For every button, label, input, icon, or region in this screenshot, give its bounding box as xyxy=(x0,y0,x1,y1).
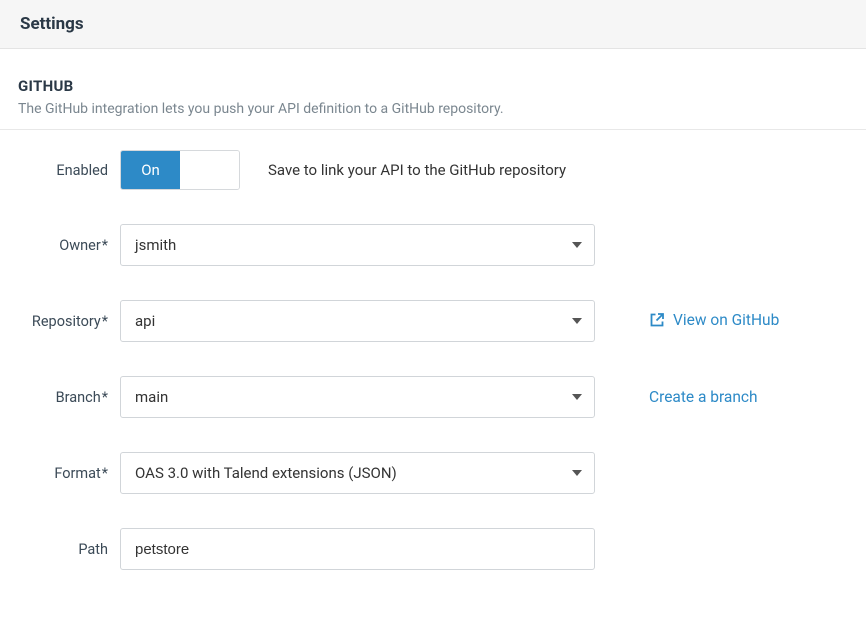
repository-select[interactable]: api xyxy=(120,300,595,342)
required-marker: * xyxy=(102,389,108,406)
row-format: Format* OAS 3.0 with Talend extensions (… xyxy=(0,452,866,494)
github-section-header: GITHUB The GitHub integration lets you p… xyxy=(0,49,866,130)
path-input-wrapper xyxy=(120,528,595,570)
page-title: Settings xyxy=(20,14,846,34)
owner-select[interactable]: jsmith xyxy=(120,224,595,266)
label-repository: Repository* xyxy=(0,313,120,330)
label-branch: Branch* xyxy=(0,389,120,406)
view-on-github-label: View on GitHub xyxy=(673,311,779,329)
format-select-value: OAS 3.0 with Talend extensions (JSON) xyxy=(135,464,397,482)
repository-select-value: api xyxy=(135,312,155,330)
label-path: Path xyxy=(0,541,120,558)
label-owner: Owner* xyxy=(0,237,120,254)
branch-select-value: main xyxy=(135,388,168,406)
label-enabled: Enabled xyxy=(0,162,120,179)
chevron-down-icon xyxy=(572,301,582,341)
chevron-down-icon xyxy=(572,377,582,417)
github-form: Enabled On Save to link your API to the … xyxy=(0,130,866,570)
view-on-github-link[interactable]: View on GitHub xyxy=(649,311,779,329)
enabled-toggle[interactable]: On xyxy=(120,150,240,190)
row-path: Path xyxy=(0,528,866,570)
enabled-toggle-off[interactable] xyxy=(180,151,239,189)
path-input[interactable] xyxy=(135,529,558,569)
row-branch: Branch* main Create a branch xyxy=(0,376,866,418)
create-branch-link[interactable]: Create a branch xyxy=(649,388,758,406)
label-format: Format* xyxy=(0,465,120,482)
format-select[interactable]: OAS 3.0 with Talend extensions (JSON) xyxy=(120,452,595,494)
owner-select-value: jsmith xyxy=(135,236,176,254)
row-repository: Repository* api View on GitHub xyxy=(0,300,866,342)
enabled-hint: Save to link your API to the GitHub repo… xyxy=(268,161,566,179)
chevron-down-icon xyxy=(572,453,582,493)
enabled-toggle-on[interactable]: On xyxy=(121,151,180,189)
branch-select[interactable]: main xyxy=(120,376,595,418)
row-owner: Owner* jsmith xyxy=(0,224,866,266)
required-marker: * xyxy=(102,465,108,482)
external-link-icon xyxy=(649,312,665,328)
required-marker: * xyxy=(102,313,108,330)
github-section-title: GITHUB xyxy=(18,77,848,95)
github-section-description: The GitHub integration lets you push you… xyxy=(18,101,848,117)
row-enabled: Enabled On Save to link your API to the … xyxy=(0,150,866,190)
chevron-down-icon xyxy=(572,225,582,265)
required-marker: * xyxy=(102,237,108,254)
settings-header: Settings xyxy=(0,0,866,49)
